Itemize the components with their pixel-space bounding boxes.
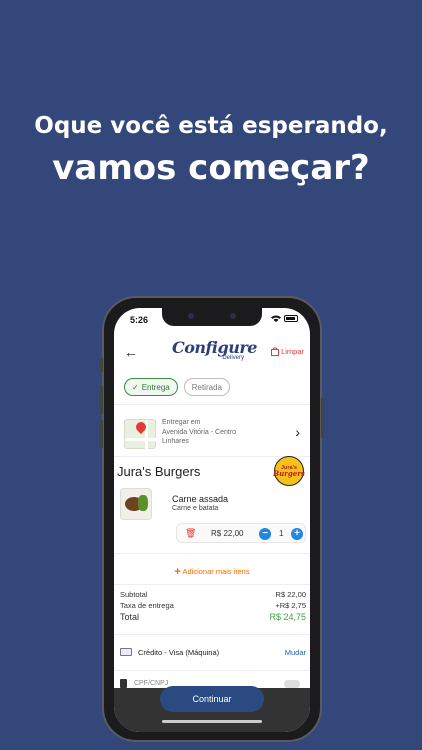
phone-mockup: 5:26 ← Configure Delivery Limpar ✓ Entre… <box>100 296 324 742</box>
delivery-address-row[interactable]: Entregar em Avenida Vitória - Centro Lin… <box>114 416 310 458</box>
total-value: R$ 24,75 <box>269 612 306 622</box>
increase-quantity-button[interactable]: + <box>291 528 303 540</box>
item-image <box>120 488 152 520</box>
delivery-fee-row: Taxa de entrega +R$ 2,75 <box>120 601 306 612</box>
address-label: Entregar em <box>162 419 201 426</box>
chevron-right-icon: › <box>295 424 300 440</box>
payment-method: Crédito - Visa (Máquina) <box>138 648 220 657</box>
app-logo-brand: Configure <box>172 338 257 357</box>
address-line-2: Linhares <box>162 438 189 445</box>
chip-entrega[interactable]: ✓ Entrega <box>124 378 178 396</box>
clear-cart-label: Limpar <box>281 347 304 356</box>
credit-card-icon <box>120 648 132 656</box>
home-indicator <box>162 720 262 723</box>
app-header: ← Configure Delivery Limpar <box>114 334 310 374</box>
divider <box>114 670 310 671</box>
subtotal-value: R$ 22,00 <box>275 590 306 599</box>
delivery-fee-label: Taxa de entrega <box>120 601 174 610</box>
camera-icon <box>188 313 194 319</box>
store-name: Jura's Burgers <box>117 464 201 479</box>
document-icon <box>120 679 127 688</box>
item-description: Carne e batata <box>172 505 219 512</box>
clear-cart-button[interactable]: Limpar <box>271 347 304 356</box>
order-summary: Subtotal R$ 22,00 Taxa de entrega +R$ 2,… <box>120 590 306 625</box>
subtotal-label: Subtotal <box>120 590 148 599</box>
address-line-1: Avenida Vitória - Centro <box>162 429 237 436</box>
divider <box>114 404 310 405</box>
divider <box>114 456 310 457</box>
item-name: Carne assada <box>172 494 229 504</box>
store-logo: Jura's Burgers <box>273 456 305 486</box>
total-label: Total <box>120 612 140 622</box>
back-arrow-icon[interactable]: ← <box>124 344 138 360</box>
status-time: 5:26 <box>130 315 149 325</box>
divider <box>114 584 310 585</box>
quantity-stepper: 🗑 R$ 22,00 − 1 + <box>176 523 306 543</box>
add-more-items-label: Adicionar mais itens <box>182 567 250 576</box>
chip-retirada-label: Retirada <box>191 382 222 392</box>
item-quantity: 1 <box>279 529 284 538</box>
continue-button[interactable]: Continuar <box>160 686 264 712</box>
wifi-icon <box>271 315 281 322</box>
divider <box>114 634 310 635</box>
chip-entrega-label: Entrega <box>141 382 170 392</box>
headline-line-2: vamos começar? <box>52 148 370 188</box>
order-type-selector: ✓ Entrega Retirada <box>124 378 230 396</box>
total-row: Total R$ 24,75 <box>120 612 306 625</box>
app-logo: Configure Delivery <box>172 338 257 362</box>
phone-power-button <box>321 398 324 438</box>
trash-icon[interactable]: 🗑 <box>185 528 196 539</box>
phone-volume-up <box>100 386 103 414</box>
divider <box>114 553 310 554</box>
plus-icon: + <box>174 566 181 578</box>
subtotal-row: Subtotal R$ 22,00 <box>120 590 306 601</box>
store-logo-line-2: Burgers <box>273 469 305 478</box>
phone-volume-down <box>100 420 103 448</box>
cpf-toggle[interactable] <box>284 680 300 688</box>
chip-retirada[interactable]: Retirada <box>183 378 230 396</box>
item-price: R$ 22,00 <box>211 529 244 538</box>
sensor-icon <box>230 313 236 319</box>
app-screen: 5:26 ← Configure Delivery Limpar ✓ Entre… <box>114 308 310 732</box>
decrease-quantity-button[interactable]: − <box>259 528 271 540</box>
delivery-fee-value: +R$ 2,75 <box>275 601 306 610</box>
add-more-items-link[interactable]: + Adicionar mais itens <box>114 566 310 578</box>
battery-icon <box>284 315 298 322</box>
payment-method-row: Crédito - Visa (Máquina) Mudar <box>120 644 306 662</box>
phone-silent-switch <box>100 358 103 372</box>
check-icon: ✓ <box>132 382 139 392</box>
headline-line-1: Oque você está esperando, <box>34 113 388 139</box>
cpf-label: CPF/CNPJ <box>134 680 169 687</box>
phone-notch <box>162 308 262 326</box>
map-icon <box>124 419 157 450</box>
bag-icon <box>271 347 280 356</box>
change-payment-button[interactable]: Mudar <box>285 648 306 657</box>
